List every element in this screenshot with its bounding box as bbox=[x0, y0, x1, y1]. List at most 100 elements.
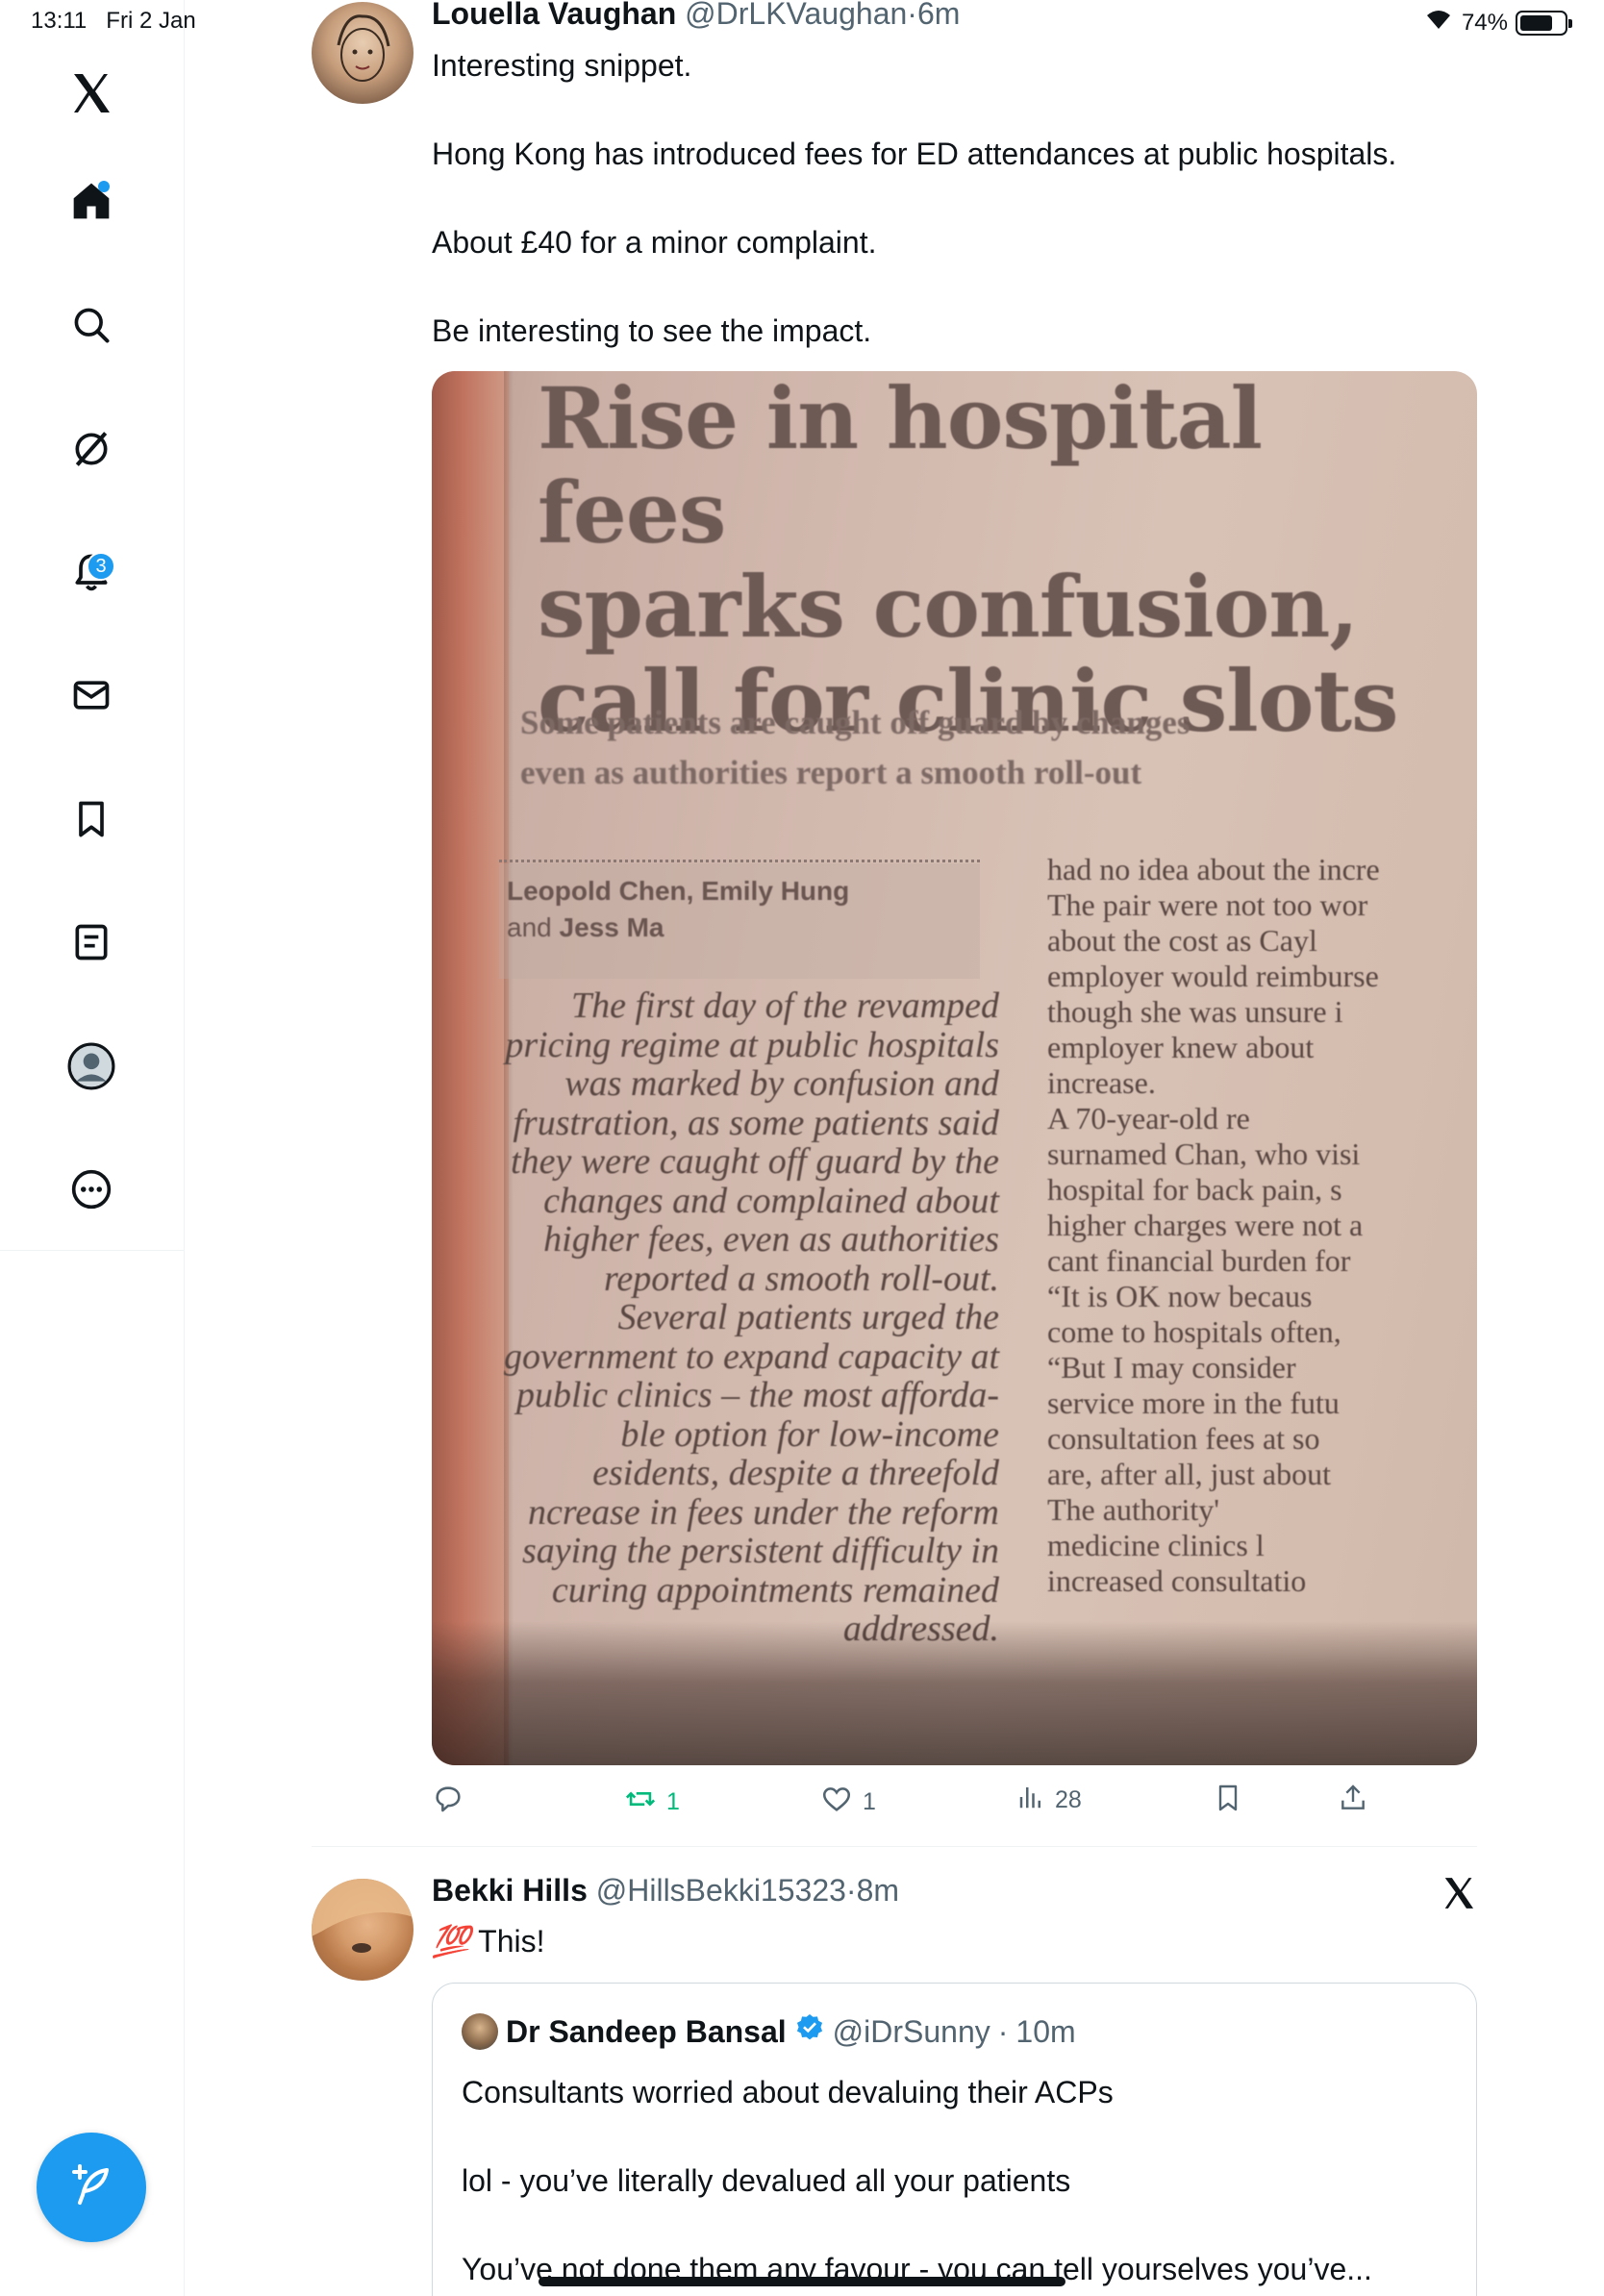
sidebar: 3 bbox=[0, 0, 185, 2296]
author-name[interactable]: Louella Vaughan bbox=[432, 0, 676, 31]
verified-badge-icon bbox=[794, 2012, 825, 2051]
newspaper-right-column: had no idea about the incre The pair were… bbox=[1047, 852, 1380, 1599]
tweet-paragraph: About £40 for a minor complaint. bbox=[432, 225, 877, 260]
user-avatar-icon[interactable] bbox=[58, 1033, 125, 1100]
photo-shadow bbox=[432, 1621, 1477, 1765]
newspaper-line: frustration, as some patients said bbox=[513, 1102, 999, 1143]
tweet-text-content: This! bbox=[478, 1924, 545, 1959]
battery-icon bbox=[1516, 10, 1572, 36]
notification-badge: 3 bbox=[87, 552, 115, 581]
bookmark-icon bbox=[1213, 1783, 1243, 1820]
newspaper-line: hospital for back pain, s bbox=[1047, 1172, 1342, 1207]
newspaper-line: are, after all, just about bbox=[1047, 1457, 1331, 1491]
tweet-image-newspaper[interactable]: Rise in hospital fees sparks confusion, … bbox=[432, 371, 1477, 1765]
tweet-actions: 1 1 28 bbox=[432, 1783, 1477, 1821]
retweet-count: 1 bbox=[666, 1788, 680, 1815]
byline-last: Jess Ma bbox=[559, 912, 664, 942]
newspaper-line: saying the persistent difficulty in bbox=[521, 1531, 999, 1571]
author-handle[interactable]: @DrLKVaughan bbox=[685, 0, 907, 31]
separator: · bbox=[907, 0, 917, 31]
newspaper-line: The authority' bbox=[1047, 1492, 1220, 1527]
avatar[interactable] bbox=[312, 2, 414, 104]
newspaper-line: they were caught off guard by the bbox=[511, 1141, 999, 1182]
search-icon[interactable] bbox=[58, 291, 125, 359]
newspaper-line: government to expand capacity at bbox=[504, 1335, 999, 1377]
more-circle-icon[interactable] bbox=[58, 1156, 125, 1223]
tweet-divider bbox=[312, 1846, 1477, 1847]
battery-fill bbox=[1520, 14, 1552, 31]
compose-feather-icon bbox=[68, 2162, 114, 2213]
newspaper-line: “It is OK now becaus bbox=[1047, 1279, 1313, 1313]
x-logo-icon[interactable] bbox=[1441, 1875, 1477, 1916]
wifi-icon bbox=[1423, 8, 1454, 37]
newspaper-line: esidents, despite a threefold bbox=[592, 1453, 999, 1493]
home-icon[interactable] bbox=[58, 167, 125, 235]
separator: · bbox=[997, 2013, 1009, 2049]
newspaper-line: changes and complained about bbox=[543, 1180, 999, 1221]
tweet-time[interactable]: 6m bbox=[917, 0, 960, 31]
status-bar-right: 74% bbox=[1423, 8, 1572, 37]
quote-text: Consultants worried about devaluing thei… bbox=[462, 2070, 1372, 2296]
tweet-text: 💯 This! bbox=[432, 1919, 545, 1963]
like-button[interactable]: 1 bbox=[820, 1783, 876, 1822]
retweet-icon bbox=[624, 1783, 657, 1822]
bookmark-icon[interactable] bbox=[58, 786, 125, 853]
newspaper-line: about the cost as Cayl bbox=[1047, 923, 1317, 958]
views-chart-icon bbox=[1016, 1783, 1045, 1818]
quote-paragraph: Consultants worried about devaluing thei… bbox=[462, 2075, 1114, 2109]
home-indicator[interactable] bbox=[539, 2277, 1065, 2286]
list-icon[interactable] bbox=[58, 909, 125, 976]
tweet-header: Bekki Hills @HillsBekki15323·8m bbox=[432, 1873, 899, 1909]
hundred-emoji-icon: 💯 bbox=[432, 1924, 470, 1959]
standfirst-line: Some patients are caught off guard by ch… bbox=[520, 704, 1190, 741]
newspaper-left-column: The first day of the revamped pricing reg… bbox=[432, 986, 999, 1649]
envelope-icon[interactable] bbox=[58, 661, 125, 729]
grok-icon[interactable] bbox=[58, 415, 125, 483]
author-name[interactable]: Bekki Hills bbox=[432, 1873, 588, 1908]
quote-tweet[interactable]: Dr Sandeep Bansal @iDrSunny · 10m Consulta… bbox=[432, 1983, 1477, 2296]
share-button[interactable] bbox=[1338, 1783, 1368, 1820]
battery-tip bbox=[1568, 18, 1572, 28]
tweet-paragraph: Hong Kong has introduced fees for ED att… bbox=[432, 137, 1397, 171]
reply-button[interactable] bbox=[432, 1783, 474, 1822]
tweet-time[interactable]: 8m bbox=[857, 1873, 899, 1908]
author-handle[interactable]: @HillsBekki15323 bbox=[596, 1873, 846, 1908]
quote-author-name[interactable]: Dr Sandeep Bansal bbox=[506, 2014, 787, 2050]
byline-rule bbox=[499, 860, 980, 862]
newspaper-line: increased consultatio bbox=[1047, 1563, 1307, 1598]
newspaper-line: ble option for low-income bbox=[620, 1413, 999, 1455]
sidebar-divider bbox=[0, 1250, 185, 1251]
newspaper-line: service more in the futu bbox=[1047, 1385, 1340, 1420]
newspaper-line: reported a smooth roll-out. bbox=[604, 1258, 999, 1299]
byline-authors: Leopold Chen, Emily Hung bbox=[507, 876, 850, 906]
tweet-paragraph: Be interesting to see the impact. bbox=[432, 313, 872, 348]
newspaper-line: curing appointments remained bbox=[551, 1569, 999, 1610]
like-count: 1 bbox=[863, 1788, 876, 1815]
bookmark-button[interactable] bbox=[1213, 1783, 1243, 1820]
newspaper-headline: Rise in hospital fees sparks confusion, … bbox=[538, 371, 1477, 748]
newspaper-line: surnamed Chan, who visi bbox=[1047, 1136, 1361, 1171]
quote-author-handle[interactable]: @iDrSunny bbox=[833, 2014, 990, 2050]
quote-time[interactable]: 10m bbox=[1015, 2014, 1075, 2050]
newspaper-standfirst: Some patients are caught off guard by ch… bbox=[520, 698, 1190, 798]
compose-button[interactable] bbox=[37, 2133, 146, 2242]
x-logo-icon[interactable] bbox=[58, 60, 125, 127]
views-button[interactable]: 28 bbox=[1016, 1783, 1082, 1818]
byline-and: and bbox=[507, 912, 552, 942]
newspaper-line: pricing regime at public hospitals bbox=[505, 1024, 999, 1065]
tweet-text: Interesting snippet. Hong Kong has intro… bbox=[432, 43, 1490, 353]
tweet-paragraph: Interesting snippet. bbox=[432, 48, 692, 83]
newspaper-line: had no idea about the incre bbox=[1047, 852, 1380, 886]
avatar[interactable] bbox=[312, 1879, 414, 1981]
quote-avatar[interactable] bbox=[462, 2013, 498, 2050]
newspaper-line: higher charges were not a bbox=[1047, 1208, 1364, 1242]
bell-icon[interactable]: 3 bbox=[58, 538, 125, 606]
battery-percent: 74% bbox=[1461, 9, 1508, 36]
quote-paragraph: lol - you’ve literally devalued all your… bbox=[462, 2163, 1071, 2198]
newspaper-line: medicine clinics l bbox=[1047, 1528, 1265, 1562]
standfirst-line: even as authorities report a smooth roll… bbox=[520, 754, 1142, 791]
retweet-button[interactable]: 1 bbox=[624, 1783, 680, 1822]
share-icon bbox=[1338, 1783, 1368, 1820]
newspaper-line: higher fees, even as authorities bbox=[543, 1219, 999, 1260]
quote-header: Dr Sandeep Bansal @iDrSunny · 10m bbox=[462, 2012, 1076, 2051]
